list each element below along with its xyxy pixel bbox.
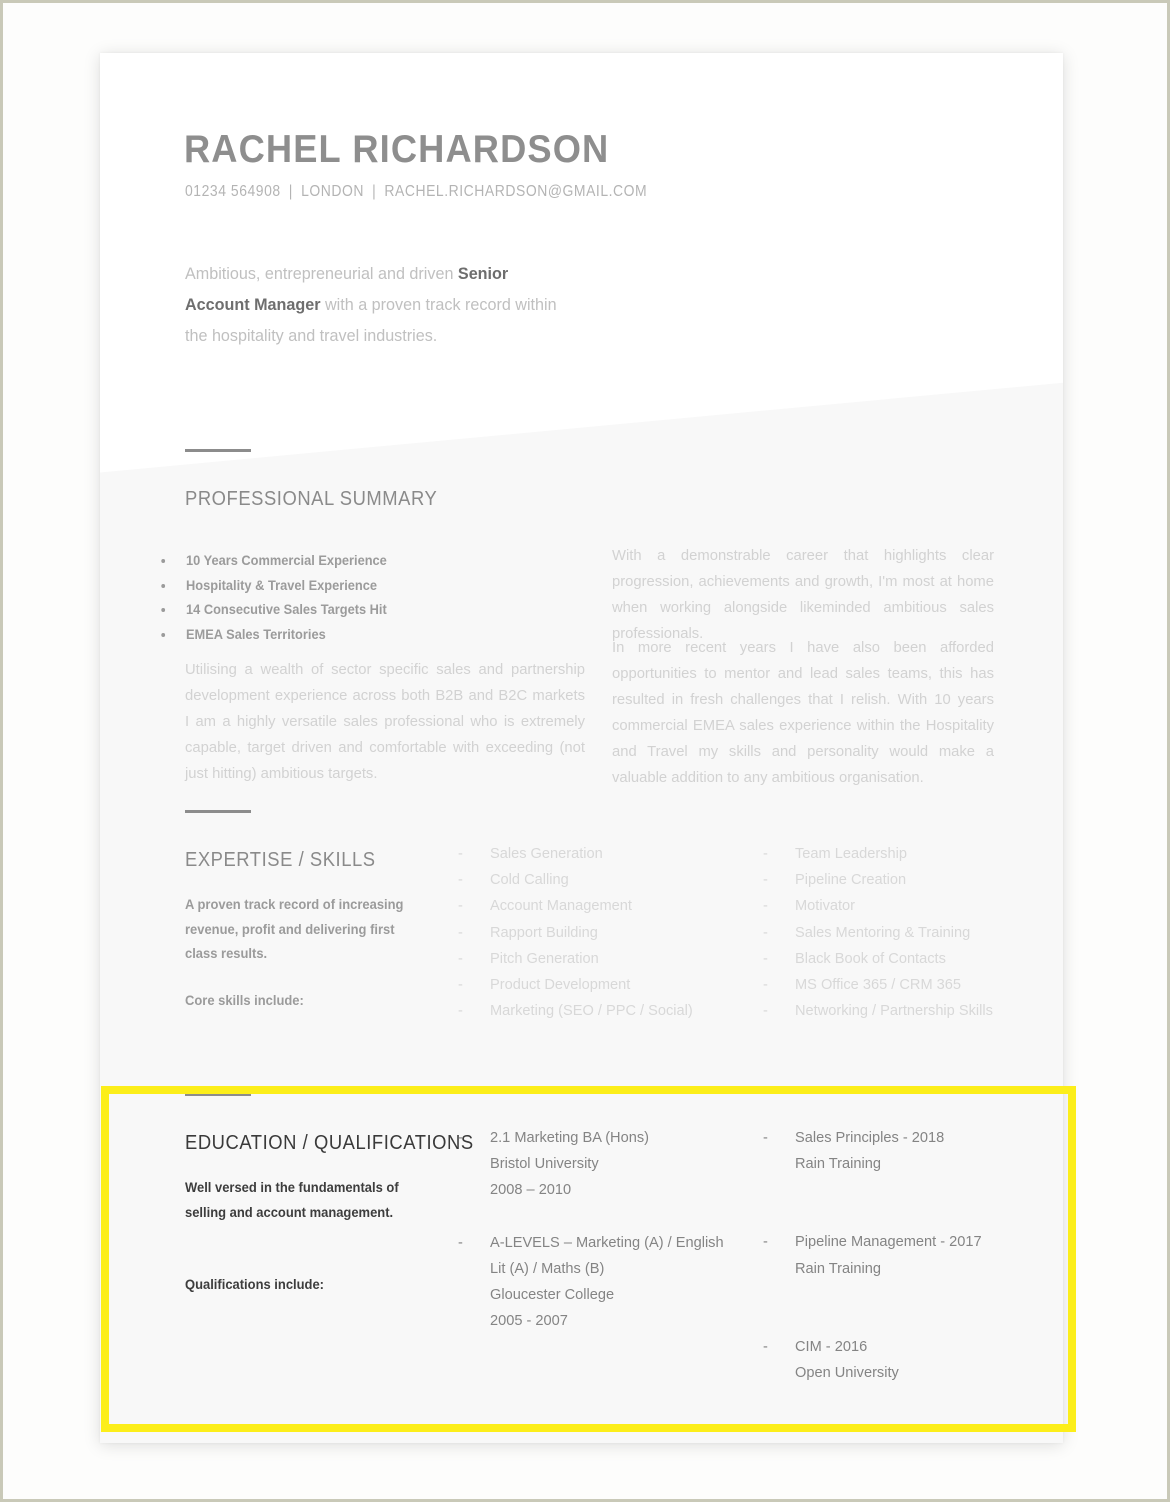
dash-icon: - <box>458 1234 463 1251</box>
education-entry: - Pipeline Management - 2017 Rain Traini… <box>763 1229 1073 1281</box>
contact-separator-1: | <box>288 183 293 200</box>
dash-icon: - <box>763 924 768 941</box>
resume-sheet: RACHEL RICHARDSON 01234 564908 | LONDON | RA… <box>100 53 1063 1443</box>
list-item: Hospitality & Travel Experience <box>161 574 500 599</box>
education-note: Well versed in the fundamentals of selli… <box>185 1180 399 1220</box>
list-item: - Team Leadership <box>763 841 1063 867</box>
dash-icon: - <box>763 950 768 967</box>
dash-icon: - <box>458 977 463 994</box>
professional-summary-bullets: 10 Years Commercial Experience Hospitali… <box>161 549 516 648</box>
list-item: - Sales Generation <box>458 841 758 867</box>
expertise-skills-column-2: - Team Leadership - Pipeline Creation - Mot… <box>763 841 1063 1024</box>
divider-expertise <box>185 810 251 813</box>
dash-icon: - <box>458 1003 463 1020</box>
list-item: - Pitch Generation <box>458 946 758 972</box>
contact-phone: 01234 564908 <box>185 183 281 200</box>
list-item: - Motivator <box>763 893 1063 919</box>
dash-icon: - <box>458 950 463 967</box>
education-column-1: - 2.1 Marketing BA (Hons) Bristol Univer… <box>458 1125 768 1360</box>
list-item: - MS Office 365 / CRM 365 <box>763 972 1063 998</box>
dash-icon: - <box>763 872 768 889</box>
list-item: - Black Book of Contacts <box>763 946 1063 972</box>
dash-icon: - <box>458 898 463 915</box>
section-title-education: EDUCATION / QUALIFICATIONS <box>185 1132 474 1154</box>
list-item: - Account Management <box>458 893 758 919</box>
contact-line: 01234 564908 | LONDON | RACHEL.RICHARDSON@GM… <box>185 183 647 201</box>
page-title: RACHEL RICHARDSON <box>184 128 610 171</box>
dash-icon: - <box>458 872 463 889</box>
contact-separator-2: | <box>372 183 377 200</box>
professional-summary-right-paragraph-2: In more recent years I have also been af… <box>612 640 994 786</box>
list-item: 10 Years Commercial Experience <box>161 549 500 574</box>
dash-icon: - <box>763 977 768 994</box>
education-note-subheading: Qualifications include: <box>185 1277 324 1292</box>
professional-summary-left-paragraph: Utilising a wealth of sector specific sa… <box>185 662 585 782</box>
dash-icon: - <box>763 1338 768 1355</box>
expertise-skills-column-1: - Sales Generation - Cold Calling - Account… <box>458 841 758 1024</box>
dash-icon: - <box>763 1130 768 1146</box>
dash-icon: - <box>458 1130 463 1146</box>
list-item: - Cold Calling <box>458 867 758 893</box>
bullet-dot-icon <box>161 633 166 638</box>
expertise-note-subheading: Core skills include: <box>185 993 304 1008</box>
section-title-expertise: EXPERTISE / SKILLS <box>185 849 376 871</box>
dash-icon: - <box>458 924 463 941</box>
education-entry: - 2.1 Marketing BA (Hons) Bristol Univer… <box>458 1125 768 1204</box>
list-item: - Pipeline Creation <box>763 867 1063 893</box>
dash-icon: - <box>763 1003 768 1020</box>
expertise-note: A proven track record of increasing reve… <box>185 897 404 962</box>
list-item: - Sales Mentoring & Training <box>763 920 1063 946</box>
education-entry: - A-LEVELS – Marketing (A) / English Lit… <box>458 1230 768 1335</box>
bullet-dot-icon <box>161 608 166 613</box>
contact-email: RACHEL.RICHARDSON@GMAIL.COM <box>384 183 648 200</box>
education-entry: - Sales Principles - 2018 Rain Training <box>763 1125 1073 1177</box>
professional-summary-right-paragraph-1: With a demonstrable career that highligh… <box>612 548 994 642</box>
list-item: 14 Consecutive Sales Targets Hit <box>161 598 500 623</box>
education-column-2: - Sales Principles - 2018 Rain Training … <box>763 1125 1073 1412</box>
bullet-dot-icon <box>161 583 166 588</box>
dash-icon: - <box>763 846 768 862</box>
intro-statement: Ambitious, entrepreneurial and driven Se… <box>185 258 565 351</box>
list-item: EMEA Sales Territories <box>161 623 500 648</box>
intro-text-before: Ambitious, entrepreneurial and driven <box>185 264 458 283</box>
list-item: - Rapport Building <box>458 920 758 946</box>
divider-professional-summary <box>185 449 251 452</box>
list-item: - Networking / Partnership Skills <box>763 998 1063 1024</box>
dash-icon: - <box>458 846 463 862</box>
divider-education <box>185 1093 251 1096</box>
page-canvas: RACHEL RICHARDSON 01234 564908 | LONDON | RA… <box>3 3 1167 1499</box>
list-item: - Marketing (SEO / PPC / Social) <box>458 998 758 1024</box>
dash-icon: - <box>763 1234 768 1251</box>
dash-icon: - <box>763 898 768 915</box>
list-item: - Product Development <box>458 972 758 998</box>
education-entry: - CIM - 2016 Open University <box>763 1334 1073 1386</box>
section-title-professional-summary: PROFESSIONAL SUMMARY <box>185 488 438 510</box>
contact-location: LONDON <box>301 183 365 200</box>
bullet-dot-icon <box>161 559 166 563</box>
